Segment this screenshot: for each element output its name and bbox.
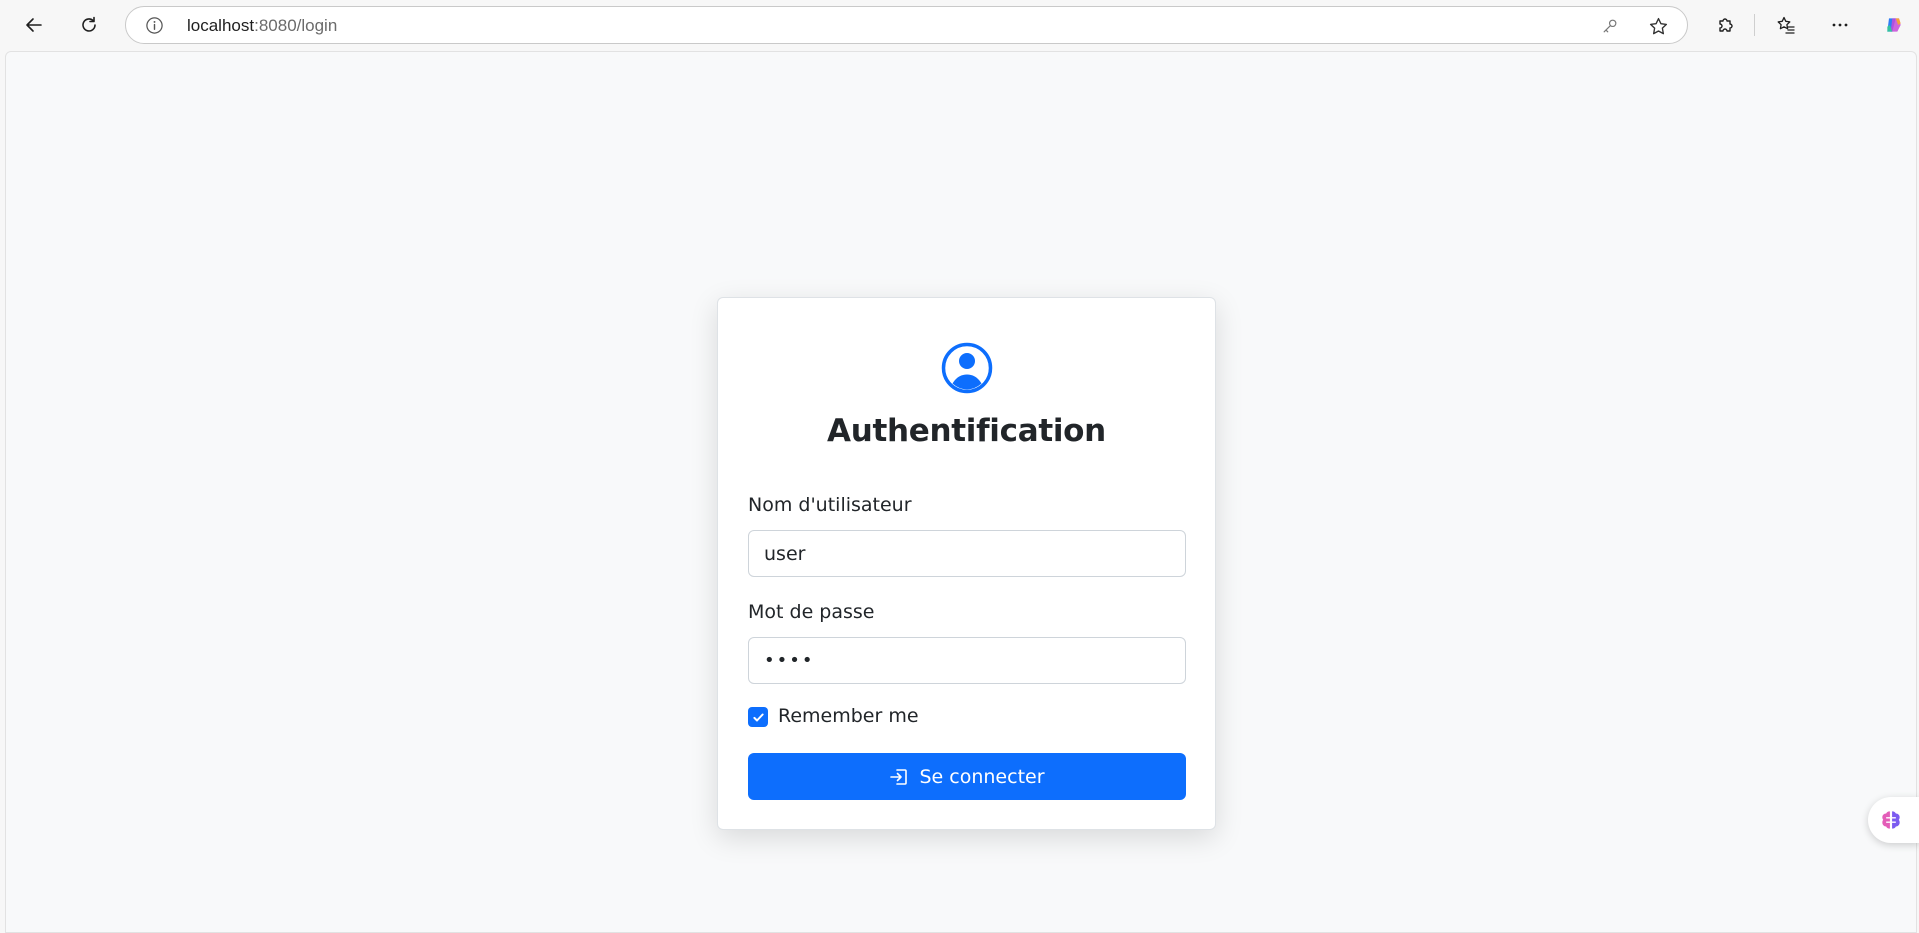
key-icon[interactable]	[1599, 15, 1621, 37]
favorites-list-icon	[1777, 16, 1795, 34]
extensions-button[interactable]	[1708, 8, 1742, 42]
login-card: Authentification Nom d'utilisateur user …	[717, 297, 1216, 830]
password-label: Mot de passe	[748, 601, 875, 623]
browser-toolbar: localhost:8080/login	[0, 0, 1919, 50]
url-path: :8080/login	[254, 16, 338, 35]
username-label: Nom d'utilisateur	[748, 494, 912, 516]
copilot-icon	[1887, 18, 1901, 32]
page-viewport: Authentification Nom d'utilisateur user …	[5, 51, 1919, 933]
floating-assistant-button[interactable]	[1868, 797, 1919, 843]
login-submit-button[interactable]: Se connecter	[748, 753, 1186, 800]
puzzle-icon	[1719, 18, 1733, 32]
copilot-button[interactable]	[1877, 8, 1911, 42]
address-bar[interactable]: localhost:8080/login	[125, 6, 1688, 44]
more-menu-button[interactable]	[1823, 8, 1857, 42]
back-button[interactable]	[17, 8, 51, 42]
arrow-left-icon	[26, 18, 42, 32]
person-circle-icon	[941, 342, 993, 394]
site-info-icon[interactable]	[145, 16, 164, 35]
username-input[interactable]: user	[748, 530, 1186, 577]
login-title: Authentification	[827, 413, 1106, 449]
box-arrow-in-right-icon	[890, 768, 908, 785]
remember-me-label[interactable]: Remember me	[778, 705, 919, 727]
more-horizontal-icon	[1832, 23, 1848, 27]
submit-label: Se connecter	[919, 765, 1045, 788]
url-text[interactable]: localhost:8080/login	[187, 16, 337, 36]
url-host: localhost	[187, 16, 255, 35]
favorites-button[interactable]	[1769, 8, 1803, 42]
toolbar-divider	[1754, 14, 1755, 36]
reload-button[interactable]	[72, 8, 106, 42]
favorite-star-icon[interactable]	[1647, 15, 1669, 37]
password-input[interactable]: ••••	[748, 637, 1186, 684]
check-icon	[752, 713, 764, 721]
reload-icon	[82, 16, 96, 32]
brain-icon	[1882, 811, 1900, 829]
remember-me-checkbox[interactable]	[748, 707, 768, 727]
